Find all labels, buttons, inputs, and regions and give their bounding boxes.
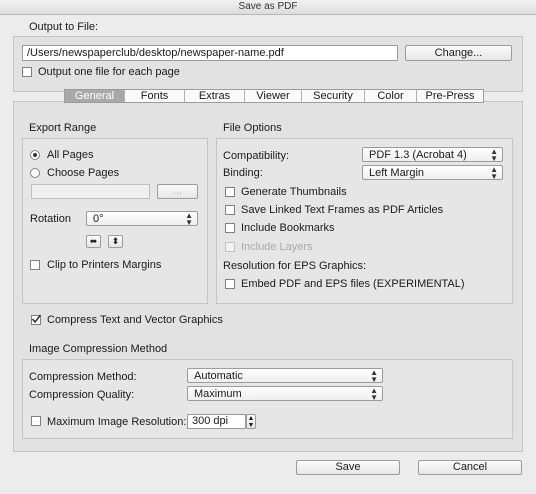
all-pages-label: All Pages (47, 149, 94, 161)
tab-color[interactable]: Color (365, 90, 417, 102)
window-title: Save as PDF (0, 0, 536, 15)
eps-resolution-label: Resolution for EPS Graphics: (223, 260, 367, 272)
stepper-arrows-icon: ▲ ▼ (490, 147, 498, 163)
max-resolution-stepper[interactable]: ▲ ▼ (246, 414, 256, 429)
image-compression-heading: Image Compression Method (29, 343, 168, 355)
compression-method-label: Compression Method: (29, 371, 137, 383)
clip-margins-checkbox[interactable] (30, 260, 40, 270)
max-resolution-label: Maximum Image Resolution: (47, 416, 187, 428)
stepper-arrows-icon: ▲ ▼ (185, 211, 193, 227)
all-pages-radio[interactable] (30, 150, 40, 160)
checkmark-icon (31, 314, 41, 324)
tab-security[interactable]: Security (302, 90, 365, 102)
one-file-label: Output one file for each page (38, 66, 180, 78)
flip-horizontal-icon[interactable]: ⬌ (86, 235, 101, 248)
compression-quality-select[interactable]: Maximum ▲ ▼ (187, 386, 383, 402)
linked-frames-label: Save Linked Text Frames as PDF Articles (241, 204, 444, 216)
cancel-button[interactable]: Cancel (418, 460, 522, 475)
compression-quality-label: Compression Quality: (29, 389, 135, 401)
output-heading: Output to File: (29, 21, 99, 33)
bookmarks-label: Include Bookmarks (241, 222, 335, 234)
choose-pages-radio[interactable] (30, 168, 40, 178)
rotation-value: 0° (93, 213, 104, 225)
binding-label: Binding: (223, 167, 263, 179)
tab-extras[interactable]: Extras (185, 90, 245, 102)
tab-fonts[interactable]: Fonts (125, 90, 185, 102)
linked-frames-checkbox[interactable] (225, 205, 235, 215)
file-options-heading: File Options (223, 122, 282, 134)
binding-select[interactable]: Left Margin ▲ ▼ (362, 165, 503, 181)
change-button[interactable]: Change... (405, 45, 512, 61)
choose-pages-label: Choose Pages (47, 167, 120, 179)
export-range-heading: Export Range (29, 122, 97, 134)
tab-viewer[interactable]: Viewer (245, 90, 302, 102)
pages-browse-button[interactable]: ... (157, 184, 198, 199)
stepper-arrows-icon: ▲ ▼ (370, 386, 378, 402)
rotation-label: Rotation (30, 213, 71, 225)
thumbnails-label: Generate Thumbnails (241, 186, 347, 198)
compression-quality-value: Maximum (194, 388, 242, 400)
layers-label: Include Layers (241, 241, 313, 253)
compress-text-label: Compress Text and Vector Graphics (47, 314, 223, 326)
save-button[interactable]: Save (296, 460, 400, 475)
compatibility-label: Compatibility: (223, 150, 290, 162)
compression-method-value: Automatic (194, 370, 243, 382)
compression-method-select[interactable]: Automatic ▲ ▼ (187, 368, 383, 384)
radio-selected-dot (33, 153, 37, 157)
max-resolution-checkbox[interactable] (31, 416, 41, 426)
clip-margins-label: Clip to Printers Margins (47, 259, 162, 271)
layers-checkbox[interactable] (225, 242, 235, 252)
stepper-arrows-icon: ▲ ▼ (490, 165, 498, 181)
pages-range-field[interactable] (31, 184, 150, 199)
compress-text-checkbox[interactable] (31, 314, 41, 325)
max-resolution-field[interactable]: 300 dpi (187, 414, 246, 429)
compatibility-select[interactable]: PDF 1.3 (Acrobat 4) ▲ ▼ (362, 147, 503, 163)
flip-vertical-icon[interactable]: ⬍ (108, 235, 123, 248)
tab-general[interactable]: General (65, 90, 125, 102)
embed-eps-label: Embed PDF and EPS files (EXPERIMENTAL) (241, 278, 465, 290)
thumbnails-checkbox[interactable] (225, 187, 235, 197)
rotation-select[interactable]: 0° ▲ ▼ (86, 211, 198, 227)
output-path-field[interactable]: /Users/newspaperclub/desktop/newspaper-n… (22, 45, 398, 61)
stepper-arrows-icon: ▲ ▼ (370, 368, 378, 384)
compatibility-value: PDF 1.3 (Acrobat 4) (369, 149, 467, 161)
one-file-checkbox[interactable] (22, 67, 32, 77)
embed-eps-checkbox[interactable] (225, 279, 235, 289)
tab-bar: General Fonts Extras Viewer Security Col… (64, 89, 484, 103)
tab-pre-press[interactable]: Pre-Press (417, 90, 483, 102)
binding-value: Left Margin (369, 167, 425, 179)
bookmarks-checkbox[interactable] (225, 223, 235, 233)
